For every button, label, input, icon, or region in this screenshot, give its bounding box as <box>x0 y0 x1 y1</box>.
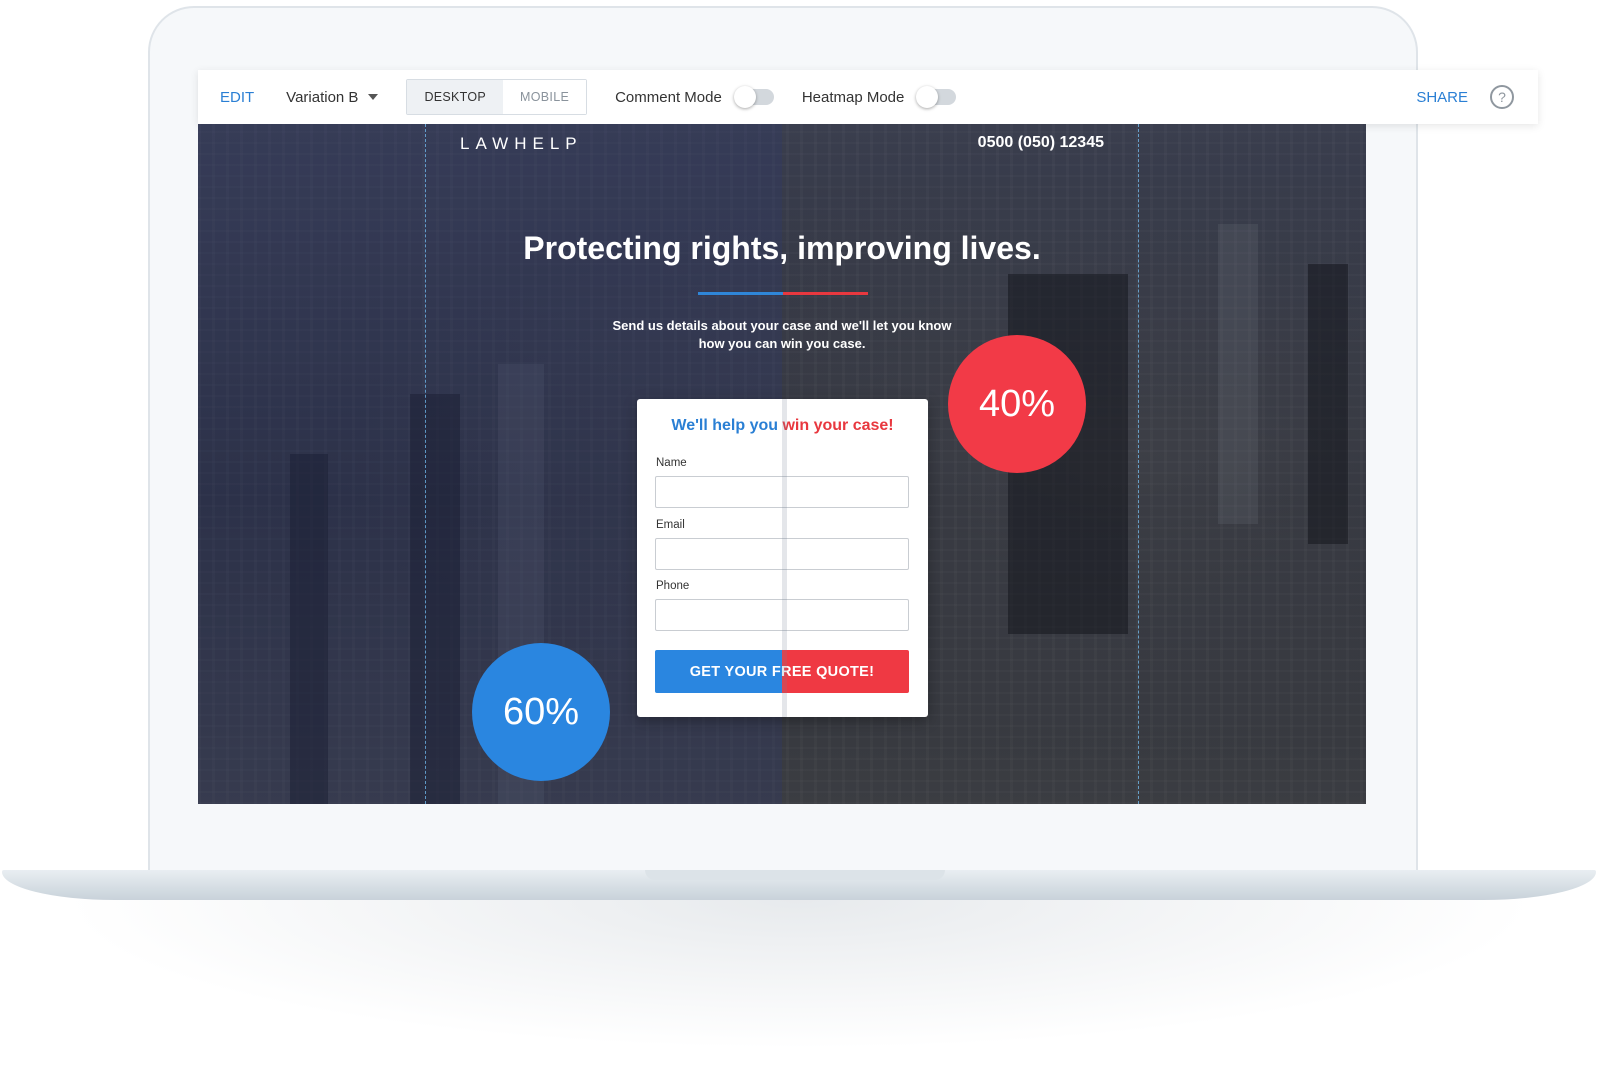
heatmap-mode-group: Heatmap Mode <box>801 86 957 108</box>
variation-label: Variation B <box>286 88 359 106</box>
building-silhouette <box>1218 224 1258 524</box>
hero-subtext-line: how you can win you case. <box>698 336 866 351</box>
hero-subtext: Send us details about your case and we'l… <box>582 317 982 353</box>
name-label: Name <box>656 457 687 469</box>
hero-subtext-line: Send us details about your case and we'l… <box>612 318 952 333</box>
heatmap-mode-label: Heatmap Mode <box>801 88 905 106</box>
editor-toolbar: EDIT Variation B DESKTOP MOBILE Comment … <box>198 70 1538 124</box>
variant-a-share-badge: 60% <box>472 643 610 781</box>
help-glyph: ? <box>1498 89 1506 105</box>
form-title-part1: We'll help you <box>671 417 779 434</box>
building-silhouette <box>1308 264 1348 544</box>
quote-form: We'll help you win your case! Name Email… <box>637 399 928 717</box>
headline-divider <box>698 292 868 295</box>
desktop-view-button[interactable]: DESKTOP <box>407 80 504 114</box>
variation-dropdown[interactable]: Variation B <box>286 88 379 106</box>
email-label: Email <box>656 519 685 531</box>
landing-page-preview: LAWHELP 0500 (050) 12345 Protecting righ… <box>198 124 1366 804</box>
phone-label: Phone <box>656 580 690 592</box>
share-button[interactable]: SHARE <box>1416 89 1468 106</box>
edit-button[interactable]: EDIT <box>220 89 254 106</box>
comment-mode-toggle[interactable] <box>733 86 774 108</box>
toggle-knob <box>733 86 756 108</box>
chevron-down-icon <box>368 94 379 100</box>
laptop-notch <box>645 870 945 880</box>
layout-guide-right <box>1138 124 1139 804</box>
form-title-part2: win your case! <box>782 417 894 434</box>
mobile-view-button[interactable]: MOBILE <box>503 80 587 114</box>
phone-number[interactable]: 0500 (050) 12345 <box>978 134 1104 152</box>
hero-headline: Protecting rights, improving lives. <box>523 230 1041 266</box>
site-logo[interactable]: LAWHELP <box>460 134 583 154</box>
comment-mode-group: Comment Mode <box>615 86 774 108</box>
view-mode-switch: DESKTOP MOBILE <box>406 79 588 115</box>
variation-split-line <box>782 399 787 717</box>
layout-guide-left <box>425 124 426 804</box>
comment-mode-label: Comment Mode <box>615 88 722 106</box>
help-icon[interactable]: ? <box>1490 85 1514 109</box>
variant-b-share-badge: 40% <box>948 335 1086 473</box>
toggle-knob <box>916 86 939 108</box>
heatmap-mode-toggle[interactable] <box>916 86 957 108</box>
laptop-shadow <box>60 900 1540 1050</box>
